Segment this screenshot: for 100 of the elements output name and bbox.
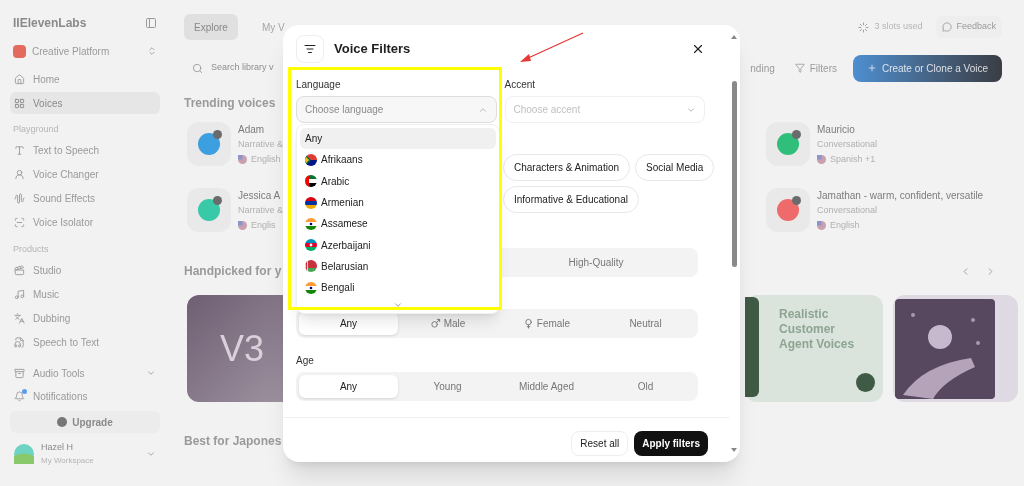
user-menu[interactable]: Hazel H My Workspace	[10, 441, 160, 467]
language-option[interactable]: Afrikaans	[300, 149, 496, 171]
female-sign-icon	[522, 318, 534, 329]
flag-icon	[305, 175, 317, 188]
section-title: Playground	[12, 123, 60, 136]
language-option[interactable]: Belarusian	[300, 255, 496, 278]
section-title: Handpicked for y	[184, 263, 282, 280]
audio-file-icon	[14, 336, 25, 348]
avatar-tile[interactable]	[766, 188, 810, 232]
flag-icon	[305, 260, 317, 273]
language-option[interactable]: Bengali	[300, 277, 496, 299]
grid-icon	[14, 97, 25, 109]
voice-language: English	[251, 152, 281, 166]
voice-category: Conversational	[817, 204, 879, 217]
segment-option[interactable]: Middle Aged	[497, 375, 596, 398]
clapperboard-icon	[14, 264, 25, 276]
nav-item[interactable]: Text to Speech	[10, 139, 160, 162]
workspace-icon	[13, 44, 26, 58]
avatar-tile[interactable]	[187, 122, 231, 166]
flag-icon	[305, 239, 317, 252]
flag-icon	[305, 153, 317, 166]
filters-button[interactable]: Filters	[786, 55, 845, 81]
nav-item[interactable]: Home	[10, 68, 160, 90]
segment-option[interactable]: Old	[596, 375, 695, 398]
nav-item[interactable]: Music	[10, 283, 160, 305]
search-icon	[192, 62, 203, 74]
bell-icon	[14, 390, 25, 402]
promo-card[interactable]: Realistic Customer Agent Voices	[745, 295, 883, 402]
trending-button[interactable]: nding	[746, 55, 779, 81]
pointer-arrow	[518, 31, 586, 65]
chat-icon	[942, 22, 953, 32]
dialog-title: Voice Filters	[334, 40, 411, 59]
voice-name: Jessica A	[238, 189, 282, 203]
nav-item[interactable]: Voice Isolator	[10, 211, 160, 234]
feedback-button[interactable]: Feedback	[936, 16, 1002, 38]
flag-icon	[817, 220, 826, 230]
tab[interactable]: My V	[251, 14, 295, 40]
close-icon[interactable]	[691, 42, 705, 56]
flag-icon	[238, 154, 247, 164]
segment-option[interactable]: Any	[299, 312, 398, 335]
nav-item[interactable]: Voices	[10, 92, 160, 114]
avatar-tile[interactable]	[187, 188, 231, 232]
flag-icon	[305, 217, 317, 230]
language-option[interactable]: Armenian	[300, 191, 496, 214]
loading-icon	[858, 21, 870, 33]
filter-button[interactable]	[296, 35, 324, 63]
segment-option[interactable]: Any	[299, 375, 398, 398]
flag-icon	[305, 196, 317, 209]
segment-option[interactable]: High-Quality	[497, 251, 695, 274]
segment-option[interactable]: Male	[398, 312, 497, 335]
home-icon	[14, 73, 25, 85]
voice-language: Englis	[251, 218, 276, 232]
toolbox-icon	[14, 367, 25, 379]
voice-category: Narrative &	[238, 138, 283, 151]
user-name: Hazel H	[41, 441, 74, 454]
section-title: Products	[12, 242, 50, 256]
voice-name: Mauricio	[817, 123, 856, 137]
voice-language: Spanish +1	[830, 152, 876, 166]
nav-item[interactable]: Sound Effects	[10, 187, 160, 210]
scrollbar[interactable]	[730, 35, 738, 452]
male-sign-icon	[429, 318, 441, 329]
filter-icon	[304, 43, 316, 55]
nav-item[interactable]: Dubbing	[10, 307, 160, 329]
upgrade-button[interactable]: Upgrade	[10, 411, 160, 433]
scan-icon	[14, 217, 25, 228]
music-note-icon	[14, 288, 25, 300]
nav-item[interactable]: Studio	[10, 259, 160, 281]
nav-item[interactable]: Voice Changer	[10, 163, 160, 186]
language-option[interactable]: Arabic	[300, 170, 496, 192]
voice-category: Narrative &	[238, 204, 283, 217]
sidebar-toggle-icon[interactable]	[145, 17, 157, 29]
apply-button[interactable]: Apply filters	[634, 431, 708, 456]
language-option[interactable]: Azerbaijani	[300, 234, 496, 256]
voice-name: Adam	[238, 123, 266, 137]
segment-option[interactable]: Neutral	[596, 312, 695, 335]
select-field[interactable]: Choose language	[296, 96, 497, 123]
nav-item[interactable]: Speech to Text	[10, 331, 160, 353]
voice-name: Jamathan - warm, confident, versatile	[817, 189, 984, 203]
avatar-tile[interactable]	[766, 122, 810, 166]
flag-icon	[817, 154, 826, 164]
language-option[interactable]: Assamese	[300, 213, 496, 235]
create-voice-button[interactable]: Create or Clone a Voice	[853, 54, 1002, 82]
segment-option[interactable]: Young	[398, 375, 497, 398]
tab[interactable]: Explore	[184, 14, 238, 40]
field-label: Accent	[504, 78, 537, 92]
avatar-icon	[14, 443, 34, 464]
section-title: Trending voices	[184, 95, 276, 112]
translate-icon	[14, 312, 25, 324]
waveform-icon	[14, 193, 25, 204]
select-field[interactable]: Choose accent	[504, 96, 705, 123]
logo[interactable]: IIElevenLabs	[13, 14, 87, 32]
upgrade-icon	[57, 417, 68, 427]
segment-option[interactable]: Female	[497, 312, 596, 335]
voice-category: Conversational	[817, 138, 878, 151]
language-option[interactable]: Any	[300, 128, 496, 150]
nav-item[interactable]: Notifications	[10, 385, 160, 407]
reset-button[interactable]: Reset all	[571, 431, 629, 456]
workspace-switcher[interactable]: Creative Platform	[10, 40, 160, 62]
text-icon	[14, 145, 25, 156]
nav-item[interactable]: Audio Tools	[10, 362, 160, 384]
